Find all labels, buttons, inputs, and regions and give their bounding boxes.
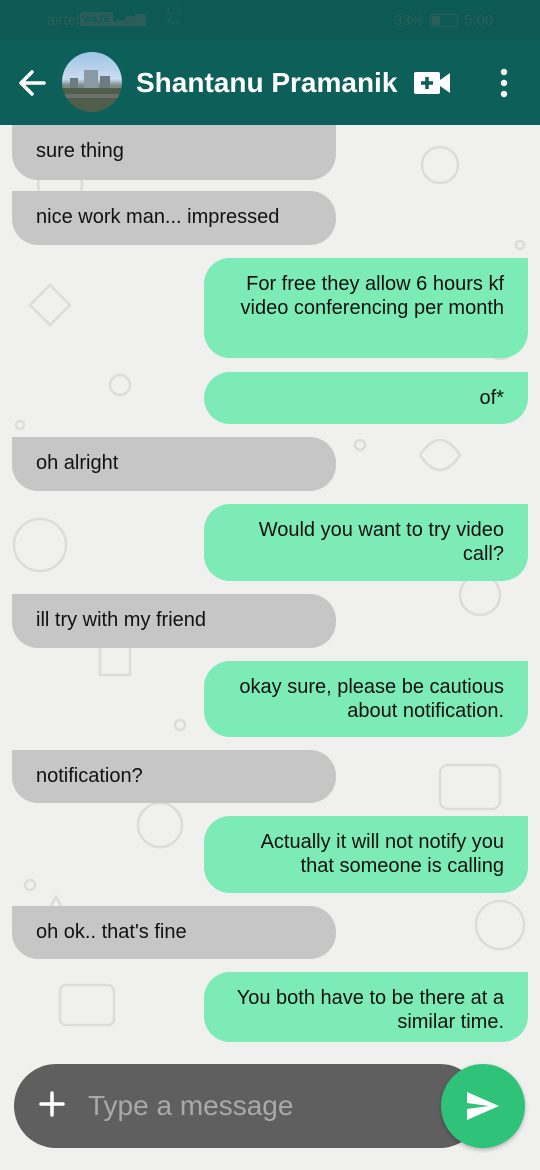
message-bubble-incoming[interactable]: oh ok.. that's fine <box>12 906 336 959</box>
message-bubble-outgoing[interactable]: okay sure, please be cautious about noti… <box>204 661 528 737</box>
message-bubble-incoming[interactable]: oh alright <box>12 437 336 491</box>
network-speed-unit: K/s <box>167 16 181 26</box>
signal-strength-icon: ▂▃▅▆ <box>106 10 146 26</box>
send-icon <box>467 1092 499 1120</box>
message-bubble-incoming[interactable]: ill try with my friend <box>12 594 336 648</box>
chat-header: Shantanu Pramanik <box>0 41 540 125</box>
more-vertical-icon <box>500 68 508 98</box>
more-options-button[interactable] <box>492 67 516 101</box>
message-input[interactable]: Type a message <box>88 1064 448 1148</box>
battery-percentage: 33% <box>394 12 425 29</box>
video-call-icon <box>414 72 450 94</box>
network-speed-value: 127 <box>166 6 182 16</box>
message-bubble-outgoing[interactable]: For free they allow 6 hours kf video con… <box>204 258 528 358</box>
message-bubble-incoming[interactable]: sure thing <box>12 125 336 180</box>
contact-name[interactable]: Shantanu Pramanik <box>136 67 397 99</box>
carrier-label: airtel <box>47 12 80 29</box>
message-bubble-outgoing[interactable]: You both have to be there at a similar t… <box>204 972 528 1042</box>
status-bar: airtel VoLTE ▂▃▅▆ 127 K/s 33% 5:00 <box>0 0 540 41</box>
battery-icon <box>430 14 458 27</box>
message-bubble-outgoing[interactable]: Would you want to try video call? <box>204 504 528 581</box>
attach-button[interactable] <box>38 1084 66 1124</box>
message-bubble-outgoing[interactable]: Actually it will not notify you that som… <box>204 816 528 893</box>
message-bubble-outgoing[interactable]: of* <box>204 372 528 424</box>
message-composer: Type a message <box>14 1064 482 1148</box>
network-speed: 127 K/s <box>166 6 181 26</box>
arrow-left-icon <box>19 70 46 96</box>
message-bubble-incoming[interactable]: nice work man... impressed <box>12 191 336 245</box>
send-button[interactable] <box>441 1064 525 1148</box>
message-bubble-incoming[interactable]: notification? <box>12 750 336 803</box>
clock: 5:00 <box>464 12 494 29</box>
video-call-button[interactable] <box>412 68 452 98</box>
back-button[interactable] <box>14 63 50 103</box>
avatar[interactable] <box>62 52 122 112</box>
plus-icon <box>39 1091 65 1117</box>
